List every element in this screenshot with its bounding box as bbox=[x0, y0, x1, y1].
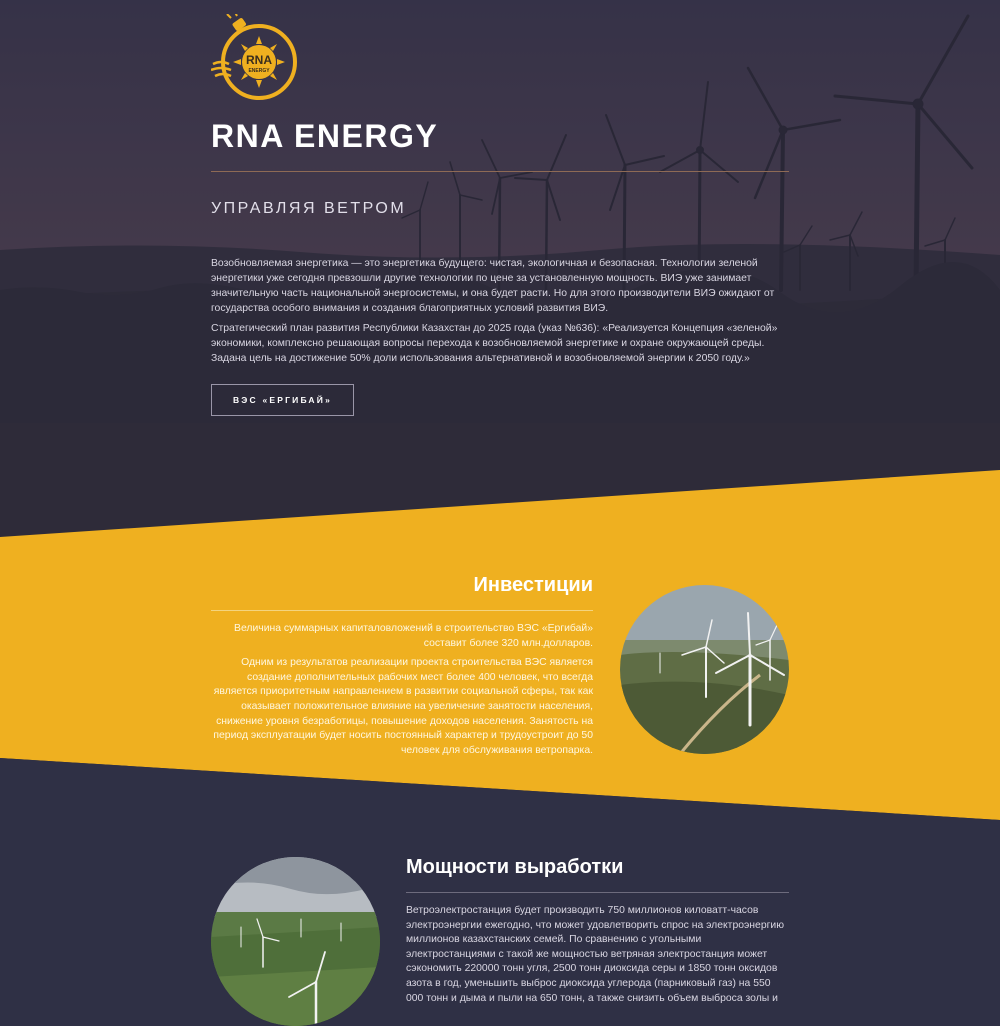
power-text: Ветроэлектростанция будет производить 75… bbox=[406, 904, 789, 1006]
hero-paragraph: Стратегический план развития Республики … bbox=[211, 323, 778, 364]
investments-title: Инвестиции bbox=[473, 574, 593, 596]
rna-energy-logo: RNA ENERGY bbox=[211, 14, 297, 100]
hero-paragraph: Возобновляемая энергетика — это энергети… bbox=[211, 258, 775, 314]
wind-station-button[interactable]: ВЭС «ЕРГИБАЙ» bbox=[211, 384, 354, 416]
power-paragraph: Ветроэлектростанция будет производить 75… bbox=[406, 905, 784, 1004]
wind-farm-photo bbox=[620, 585, 789, 754]
investments-paragraph: Одним из результатов реализации проекта … bbox=[213, 657, 593, 756]
investments-text: Величина суммарных капиталовложений в ст… bbox=[211, 622, 593, 763]
hero-tagline: УПРАВЛЯЯ ВЕТРОМ bbox=[211, 200, 407, 217]
investments-divider bbox=[211, 610, 593, 611]
power-divider bbox=[406, 892, 789, 893]
accent-band bbox=[0, 470, 1000, 1000]
logo-text: RNA bbox=[246, 53, 272, 67]
brand-title: RNA ENERGY bbox=[211, 118, 439, 154]
hero-divider bbox=[211, 171, 789, 172]
hero-description: Возобновляемая энергетика — это энергети… bbox=[211, 256, 789, 371]
power-title: Мощности выработки bbox=[406, 856, 624, 878]
investments-section: Инвестиции Величина суммарных капиталовл… bbox=[211, 574, 593, 756]
logo-subtext: ENERGY bbox=[248, 68, 270, 74]
investments-paragraph: Величина суммарных капиталовложений в ст… bbox=[234, 623, 593, 649]
wind-field-photo bbox=[211, 857, 380, 1026]
power-section: Мощности выработки Ветроэлектростанция б… bbox=[406, 856, 789, 1004]
